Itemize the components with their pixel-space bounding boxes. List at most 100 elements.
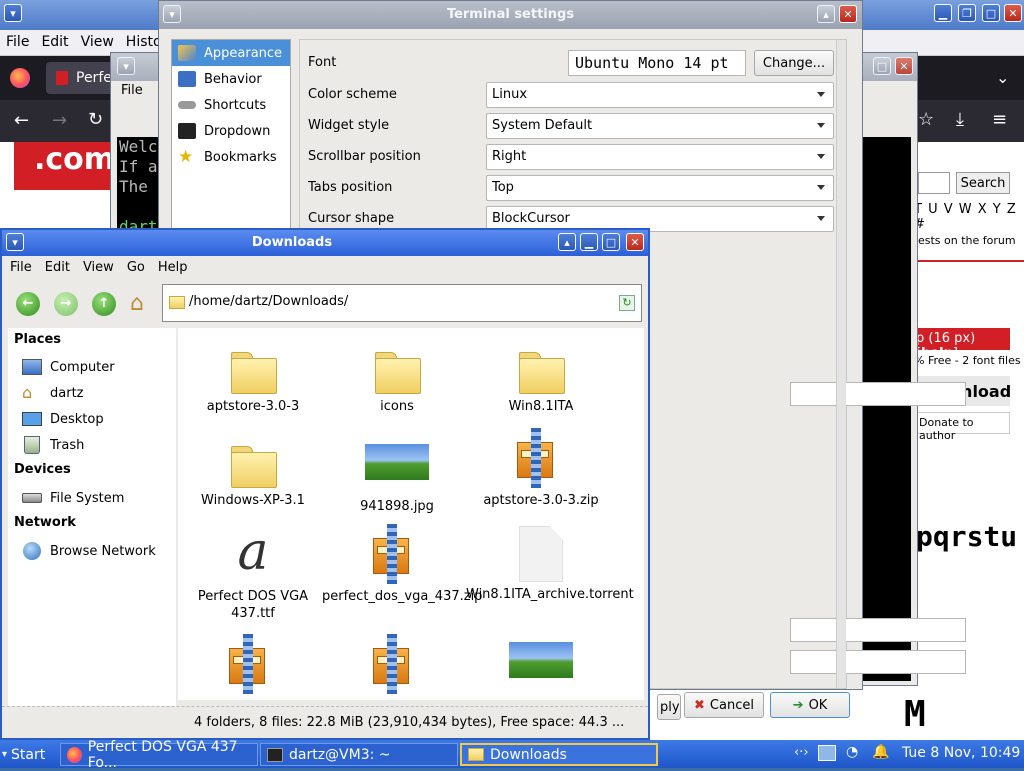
task-terminal[interactable]: dartz@VM3: ~	[260, 743, 458, 766]
menu-file[interactable]: File	[2, 256, 37, 275]
task-browser[interactable]: Perfect DOS VGA 437 Fo...	[60, 739, 258, 771]
forward-icon[interactable]: →	[52, 110, 67, 131]
window-menu-icon[interactable]: ▾	[4, 4, 22, 22]
file-item[interactable]: aptstore-3.0-3	[178, 346, 328, 415]
sidebar-item-label: Bookmarks	[204, 149, 277, 165]
sidebar-item-bookmarks[interactable]: ★ Bookmarks	[172, 144, 290, 170]
sidebar-item-dropdown[interactable]: Dropdown	[172, 118, 290, 144]
archive-icon	[369, 524, 425, 584]
menu-file[interactable]: File	[0, 30, 35, 50]
font-preview-glyph: M	[904, 694, 926, 735]
network-globe-icon	[23, 542, 41, 560]
menu-view[interactable]: View	[75, 30, 120, 50]
home-icon[interactable]: ⌂	[130, 292, 156, 316]
back-icon[interactable]: ←	[16, 292, 40, 316]
file-name: Perfect DOS VGA 437.ttf	[197, 589, 309, 621]
forum-text[interactable]: ests on the forum	[918, 234, 1016, 247]
spinbox[interactable]	[790, 382, 966, 406]
device-filesystem[interactable]: File System	[22, 487, 124, 509]
downloads-icon[interactable]: ⤓	[956, 109, 964, 130]
scrollbar-position-select[interactable]: Right	[486, 144, 834, 170]
menu-go[interactable]: Go	[119, 256, 150, 275]
maximize-icon[interactable]: □	[873, 57, 891, 75]
file-item[interactable]: Win8.1ITA	[466, 346, 616, 415]
file-manager-menubar: File Edit View Go Help	[2, 256, 648, 280]
place-computer[interactable]: Computer	[22, 356, 115, 378]
clock[interactable]: Tue 8 Nov, 10:49	[902, 745, 1020, 761]
apply-button[interactable]: ply	[657, 694, 681, 720]
ok-button[interactable]: ➔ OK	[770, 692, 850, 718]
back-icon[interactable]: ←	[14, 110, 29, 131]
network-tray-icon[interactable]: ‹·›	[794, 745, 809, 760]
widget-style-select[interactable]: System Default	[486, 113, 834, 139]
menu-help[interactable]: Help	[150, 256, 193, 275]
file-item[interactable]: Windows-XP-3.1	[178, 440, 328, 509]
site-search-button[interactable]: Search	[956, 172, 1010, 194]
sidebar-item-appearance[interactable]: Appearance	[172, 40, 290, 66]
notification-bell-icon[interactable]: 🔔	[872, 744, 889, 760]
maximize-icon[interactable]: □	[982, 4, 1000, 22]
image-thumbnail-icon	[509, 642, 573, 678]
file-item[interactable]	[322, 634, 472, 698]
terminal-menu-file[interactable]: File	[121, 83, 143, 98]
task-downloads[interactable]: Downloads	[460, 743, 658, 766]
tab-list-icon[interactable]: ⌄	[996, 68, 1009, 87]
close-icon[interactable]: ✕	[626, 233, 644, 251]
place-desktop[interactable]: Desktop	[22, 408, 104, 430]
place-home[interactable]: ⌂ dartz	[22, 382, 83, 404]
spinbox[interactable]	[790, 650, 966, 674]
minimize-icon[interactable]: ▁	[580, 233, 598, 251]
file-item[interactable]: 941898.jpg	[322, 432, 472, 515]
alphabet-nav[interactable]: T U V W X Y Z #	[914, 202, 1024, 232]
location-bar[interactable]: /home/dartz/Downloads/ ↻	[162, 284, 642, 322]
file-item[interactable]	[466, 642, 616, 682]
browser-tab[interactable]: Perfe	[46, 62, 116, 94]
shade-icon[interactable]: ▴	[558, 233, 576, 251]
panel-scrollbar[interactable]	[836, 40, 846, 688]
clock-tray-icon[interactable]: ◔	[846, 744, 858, 760]
file-item[interactable]: aptstore-3.0-3.zip	[466, 428, 616, 509]
change-font-button[interactable]: Change...	[754, 50, 834, 76]
trash-icon	[24, 436, 40, 454]
menu-edit[interactable]: Edit	[37, 256, 75, 275]
up-icon[interactable]: ↑	[92, 292, 116, 316]
file-item[interactable]: icons	[322, 346, 472, 415]
file-item[interactable]	[178, 634, 328, 698]
hamburger-menu-icon[interactable]: ≡	[992, 109, 1007, 130]
firefox-icon[interactable]	[10, 68, 30, 88]
menu-view[interactable]: View	[75, 256, 119, 275]
shade-icon[interactable]: ▴	[817, 5, 835, 23]
folder-icon	[373, 346, 421, 394]
reload-icon[interactable]: ↻	[88, 109, 103, 130]
tabs-position-select[interactable]: Top	[486, 175, 834, 201]
window-menu-icon[interactable]: ▾	[117, 57, 135, 75]
file-name: 941898.jpg	[360, 499, 434, 514]
sidebar-item-behavior[interactable]: Behavior	[172, 66, 290, 92]
menu-edit[interactable]: Edit	[35, 30, 74, 50]
minimize-icon[interactable]: ▁	[934, 4, 952, 22]
file-item[interactable]: Win8.1ITA_archive.torrent	[466, 526, 634, 603]
place-trash[interactable]: Trash	[22, 434, 84, 456]
cancel-button[interactable]: ✖ Cancel	[684, 692, 764, 718]
file-item[interactable]: a Perfect DOS VGA 437.ttf	[178, 524, 328, 622]
sidebar-item-shortcuts[interactable]: Shortcuts	[172, 92, 290, 118]
refresh-icon[interactable]: ↻	[619, 295, 635, 311]
bookmark-star-icon[interactable]: ☆	[918, 109, 934, 130]
site-logo[interactable]: .com	[14, 142, 115, 190]
display-tray-icon[interactable]	[818, 745, 836, 761]
donate-button[interactable]: Donate to author	[912, 412, 1010, 442]
start-button[interactable]: ▾ Start	[2, 743, 45, 766]
close-icon[interactable]: ✕	[1004, 4, 1022, 22]
close-icon[interactable]: ✕	[839, 5, 857, 23]
color-scheme-select[interactable]: Linux	[486, 82, 834, 108]
restore-icon[interactable]: ❐	[958, 4, 976, 22]
ok-icon: ➔	[792, 697, 804, 713]
site-search-input[interactable]	[918, 172, 950, 194]
maximize-icon[interactable]: □	[602, 233, 620, 251]
dialog-title: Terminal settings	[446, 7, 575, 22]
browse-network[interactable]: Browse Network	[22, 540, 156, 562]
file-item[interactable]: perfect_dos_vga_437.zip	[322, 524, 482, 605]
forward-icon[interactable]: →	[54, 292, 78, 316]
spinbox[interactable]	[790, 618, 966, 642]
close-icon[interactable]: ✕	[895, 57, 913, 75]
